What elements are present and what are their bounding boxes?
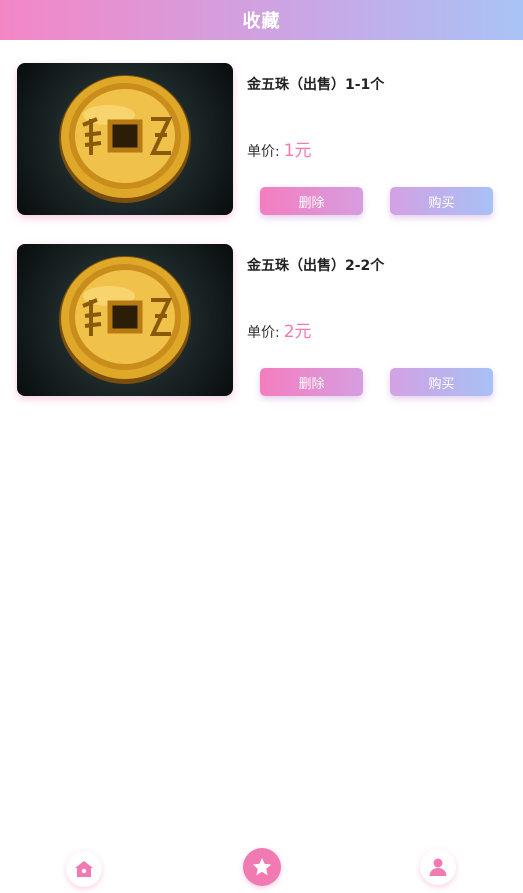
home-tab[interactable] [66,851,102,887]
item-title: 金五珠（出售）1-1个 [247,77,385,93]
favorites-list: 金五珠（出售）1-1个 单价: 1元 删除 购买 金五珠（出售）2-2个 单价:… [0,40,523,402]
star-icon [252,857,272,876]
user-icon [429,858,447,876]
profile-tab[interactable] [420,849,456,885]
price-row: 单价: 2元 [247,317,312,342]
price-value: 1元 [283,141,312,161]
gold-coin-image[interactable] [17,63,233,215]
price-value: 2元 [283,322,312,342]
coin-graphic [59,256,191,384]
page-title: 收藏 [242,11,281,32]
page-header: 收藏 [0,0,523,40]
item-title: 金五珠（出售）2-2个 [247,258,385,274]
home-icon [75,861,93,877]
delete-button[interactable]: 删除 [260,368,363,396]
gold-coin-image[interactable] [17,244,233,396]
price-label: 单价: [247,144,280,160]
coin-graphic [59,75,191,203]
delete-button[interactable]: 删除 [260,187,363,215]
bottom-tab-bar [0,846,523,893]
buy-button[interactable]: 购买 [390,368,493,396]
price-label: 单价: [247,325,280,341]
price-row: 单价: 1元 [247,136,312,161]
favorites-tab[interactable] [243,848,281,886]
list-item: 金五珠（出售）2-2个 单价: 2元 删除 购买 [0,221,523,402]
list-item: 金五珠（出售）1-1个 单价: 1元 删除 购买 [0,40,523,221]
buy-button[interactable]: 购买 [390,187,493,215]
